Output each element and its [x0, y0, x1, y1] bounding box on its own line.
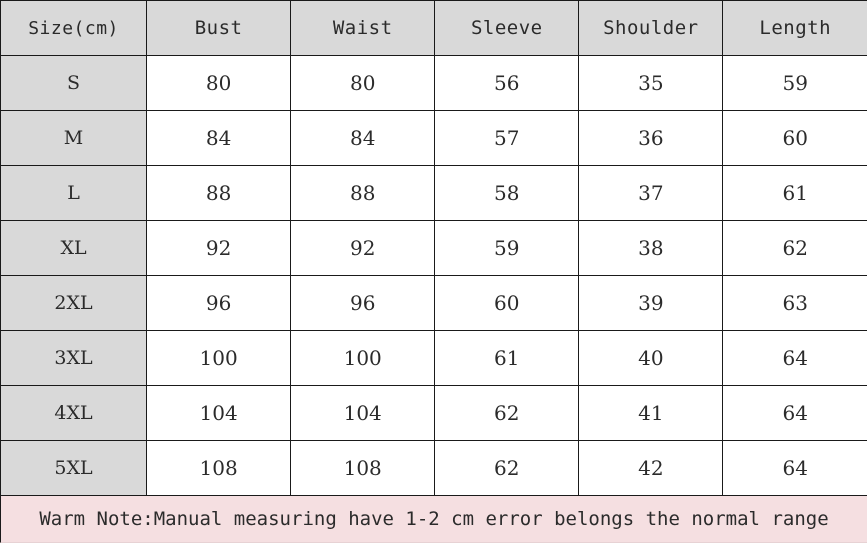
measurement-cell-waist: 80	[290, 55, 436, 111]
table-row: XL 92 92 59 38 62	[0, 220, 867, 276]
size-label-cell: L	[0, 165, 148, 221]
table-row: 2XL 96 96 60 39 63	[0, 275, 867, 331]
measurement-cell-waist: 100	[290, 330, 436, 386]
measurement-cell-bust: 88	[146, 165, 292, 221]
column-header-sleeve: Sleeve	[434, 0, 580, 56]
measurement-cell-sleeve: 60	[434, 275, 580, 331]
measurement-cell-shoulder: 39	[578, 275, 724, 331]
measurement-cell-length: 64	[722, 440, 867, 496]
measurement-cell-waist: 108	[290, 440, 436, 496]
size-label-cell: 5XL	[0, 440, 148, 496]
column-header-size: Size(cm)	[0, 0, 148, 56]
column-header-length: Length	[722, 0, 867, 56]
measurement-cell-sleeve: 62	[434, 440, 580, 496]
measurement-cell-bust: 96	[146, 275, 292, 331]
warm-note-banner: Warm Note:Manual measuring have 1-2 cm e…	[0, 496, 867, 543]
measurement-cell-bust: 100	[146, 330, 292, 386]
measurement-cell-sleeve: 59	[434, 220, 580, 276]
measurement-cell-bust: 92	[146, 220, 292, 276]
measurement-cell-waist: 104	[290, 385, 436, 441]
measurement-cell-shoulder: 36	[578, 110, 724, 166]
size-measurement-table: Size(cm) Bust Waist Sleeve Shoulder Leng…	[0, 0, 867, 496]
measurement-cell-length: 64	[722, 385, 867, 441]
size-label-cell: 3XL	[0, 330, 148, 386]
measurement-cell-sleeve: 56	[434, 55, 580, 111]
measurement-cell-bust: 84	[146, 110, 292, 166]
measurement-cell-bust: 80	[146, 55, 292, 111]
measurement-cell-sleeve: 62	[434, 385, 580, 441]
size-label-cell: XL	[0, 220, 148, 276]
header-row: Size(cm) Bust Waist Sleeve Shoulder Leng…	[0, 0, 867, 56]
measurement-cell-shoulder: 42	[578, 440, 724, 496]
measurement-cell-shoulder: 35	[578, 55, 724, 111]
measurement-cell-waist: 96	[290, 275, 436, 331]
size-label-cell: S	[0, 55, 148, 111]
table-row: 4XL 104 104 62 41 64	[0, 385, 867, 441]
size-label-cell: M	[0, 110, 148, 166]
column-header-waist: Waist	[290, 0, 436, 56]
measurement-cell-bust: 108	[146, 440, 292, 496]
size-chart: Size(cm) Bust Waist Sleeve Shoulder Leng…	[0, 0, 867, 543]
size-label-cell: 4XL	[0, 385, 148, 441]
measurement-cell-waist: 92	[290, 220, 436, 276]
measurement-cell-sleeve: 61	[434, 330, 580, 386]
table-row: M 84 84 57 36 60	[0, 110, 867, 166]
measurement-cell-length: 63	[722, 275, 867, 331]
measurement-cell-shoulder: 41	[578, 385, 724, 441]
table-body: S 80 80 56 35 59 M 84 84 57 36 60 L 88 88 58 37 61 XL 92 92 5…	[0, 55, 867, 496]
measurement-cell-length: 61	[722, 165, 867, 221]
table-row: 5XL 108 108 62 42 64	[0, 440, 867, 496]
measurement-cell-length: 62	[722, 220, 867, 276]
measurement-cell-sleeve: 58	[434, 165, 580, 221]
measurement-cell-waist: 88	[290, 165, 436, 221]
table-row: 3XL 100 100 61 40 64	[0, 330, 867, 386]
measurement-cell-shoulder: 40	[578, 330, 724, 386]
measurement-cell-bust: 104	[146, 385, 292, 441]
column-header-shoulder: Shoulder	[578, 0, 724, 56]
table-header: Size(cm) Bust Waist Sleeve Shoulder Leng…	[0, 0, 867, 56]
measurement-cell-length: 60	[722, 110, 867, 166]
size-label-cell: 2XL	[0, 275, 148, 331]
measurement-cell-length: 64	[722, 330, 867, 386]
table-row: S 80 80 56 35 59	[0, 55, 867, 111]
measurement-cell-length: 59	[722, 55, 867, 111]
column-header-bust: Bust	[146, 0, 292, 56]
measurement-cell-sleeve: 57	[434, 110, 580, 166]
table-row: L 88 88 58 37 61	[0, 165, 867, 221]
measurement-cell-shoulder: 38	[578, 220, 724, 276]
measurement-cell-waist: 84	[290, 110, 436, 166]
warm-note-text: Warm Note:Manual measuring have 1-2 cm e…	[39, 508, 829, 530]
measurement-cell-shoulder: 37	[578, 165, 724, 221]
